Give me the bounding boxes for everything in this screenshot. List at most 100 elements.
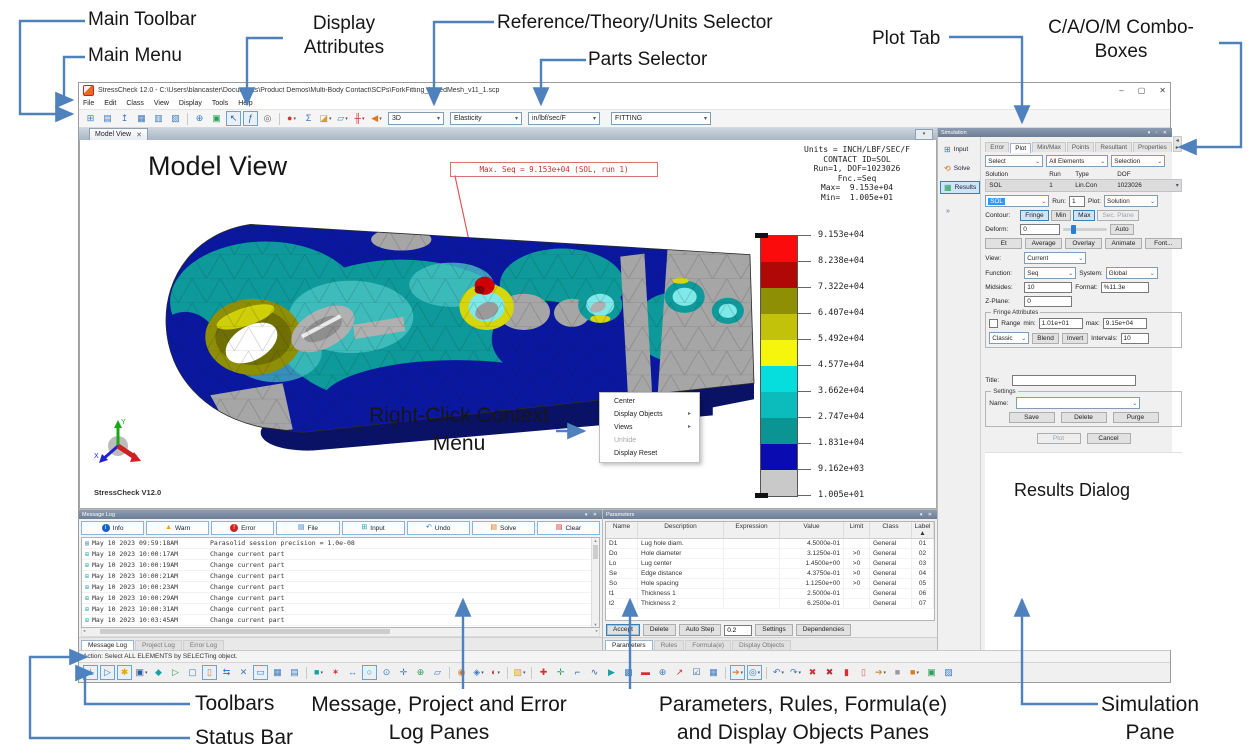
- step-size-field[interactable]: 0.2: [724, 625, 752, 636]
- log-entry[interactable]: ⊞May 10 2023 10:00:29AMChange current pa…: [82, 593, 599, 604]
- param-row-Do[interactable]: DoHole diameter3.1250e-01>0General02: [606, 549, 934, 559]
- parameters-table[interactable]: NameDescriptionExpressionValueLimitClass…: [605, 521, 935, 621]
- settings-target-icon[interactable]: ◎: [260, 111, 275, 126]
- move-icon[interactable]: ✛: [396, 665, 411, 680]
- delete-button[interactable]: Delete: [643, 624, 676, 636]
- copy-view-icon[interactable]: ◈▾: [471, 665, 486, 680]
- purge-button[interactable]: Purge: [1113, 412, 1159, 423]
- dimension-combo[interactable]: 3D: [388, 112, 444, 125]
- corner-icon[interactable]: ⌐: [570, 665, 585, 680]
- table-icon[interactable]: ▦: [706, 665, 721, 680]
- select-arrow-icon[interactable]: ↖: [226, 111, 241, 126]
- transform-icon[interactable]: ⇆: [219, 665, 234, 680]
- sec--plane-button[interactable]: Sec. Plane: [1097, 210, 1138, 221]
- record-icon[interactable]: ▤: [287, 665, 302, 680]
- title-field[interactable]: [1012, 375, 1136, 386]
- deform-field[interactable]: 0: [1020, 224, 1060, 235]
- et-button[interactable]: Et: [985, 238, 1022, 249]
- pane-controls-icons[interactable]: ▾ ✕: [585, 512, 599, 518]
- export-icon[interactable]: ↥: [117, 111, 132, 126]
- log-entry[interactable]: ⊞May 10 2023 10:03:45AMChange current pa…: [82, 615, 599, 626]
- tab-message-log[interactable]: Message Log: [81, 640, 134, 650]
- column-header-limit[interactable]: Limit: [844, 522, 870, 538]
- caom-combo-1[interactable]: All Elements: [1046, 155, 1108, 167]
- param-row-Se[interactable]: SeEdge distance4.3750e-01>0General04: [606, 569, 934, 579]
- imprint-tool-icon[interactable]: ✱: [117, 665, 132, 680]
- measure-icon[interactable]: ↗: [672, 665, 687, 680]
- font-button[interactable]: Font...: [1145, 238, 1182, 249]
- menu-tools[interactable]: Tools: [212, 100, 228, 107]
- midsides-field[interactable]: 10: [1024, 282, 1072, 293]
- fringe-style-combo[interactable]: Classic: [989, 332, 1029, 344]
- param-row-D1[interactable]: D1Lug hole diam.4.5000e-01General01: [606, 539, 934, 549]
- plot-button[interactable]: Plot: [1037, 433, 1081, 444]
- tab-parameters[interactable]: Parameters: [605, 640, 653, 650]
- deform-slider[interactable]: [1063, 228, 1107, 231]
- tab-error[interactable]: Error: [985, 142, 1009, 152]
- circle-select-icon[interactable]: ○: [362, 665, 377, 680]
- sum-icon[interactable]: Σ: [301, 111, 316, 126]
- log-entry[interactable]: ▤May 10 2023 09:59:18AMParasolid session…: [82, 538, 599, 549]
- log-entry[interactable]: ⊞May 10 2023 10:00:21AMChange current pa…: [82, 571, 599, 582]
- notify-icon[interactable]: ◀▾: [369, 111, 384, 126]
- curve-icon[interactable]: ∿: [587, 665, 602, 680]
- range-checkbox[interactable]: [989, 319, 998, 328]
- maximize-button[interactable]: ▢: [1138, 86, 1146, 95]
- menu-file[interactable]: File: [83, 100, 94, 107]
- cancel-button[interactable]: Cancel: [1087, 433, 1131, 444]
- log-horizontal-scrollbar[interactable]: ◂▸: [81, 628, 600, 637]
- animate-button[interactable]: Animate: [1105, 238, 1142, 249]
- settings-name-combo[interactable]: [1016, 397, 1140, 409]
- tab-close-icon[interactable]: ✕: [136, 131, 142, 139]
- pick-icon[interactable]: ➔▾: [873, 665, 888, 680]
- solution-combo[interactable]: SOL: [985, 195, 1049, 207]
- column-header-expression[interactable]: Expression: [724, 522, 780, 538]
- input-button[interactable]: ⊞Input: [940, 143, 972, 156]
- part-icon[interactable]: ◆: [151, 665, 166, 680]
- body-tool-icon[interactable]: ▣▾: [134, 665, 149, 680]
- solid-icon[interactable]: ■▾: [311, 665, 326, 680]
- layout-split-icon[interactable]: ▧: [168, 111, 183, 126]
- plane-tool-icon[interactable]: ▷: [100, 665, 115, 680]
- sketch-icon[interactable]: ▯: [202, 665, 217, 680]
- orange-box-icon[interactable]: ■▾: [907, 665, 922, 680]
- mirror-icon[interactable]: ◐▾: [488, 665, 503, 680]
- green-grid-icon[interactable]: ▣: [924, 665, 939, 680]
- blank-icon[interactable]: ▭: [253, 665, 268, 680]
- min-button[interactable]: Min: [1051, 210, 1071, 221]
- save-icon[interactable]: ▦: [134, 111, 149, 126]
- orbit-icon[interactable]: ⊕: [655, 665, 670, 680]
- check-icon[interactable]: ☑: [689, 665, 704, 680]
- delete-all-icon[interactable]: ✖: [805, 665, 820, 680]
- log-entry[interactable]: ⊞May 10 2023 10:00:23AMChange current pa…: [82, 582, 599, 593]
- menu-class[interactable]: Class: [126, 100, 144, 107]
- view-combo[interactable]: Current: [1024, 252, 1086, 264]
- tab-rules[interactable]: Rules: [654, 640, 685, 650]
- units-combo[interactable]: in/lbf/sec/F: [528, 112, 600, 125]
- caom-combo-2[interactable]: Selection: [1111, 155, 1165, 167]
- param-row-t1[interactable]: t1Thickness 12.5000e-01General06: [606, 589, 934, 599]
- menu-view[interactable]: View: [154, 100, 169, 107]
- plot-combo[interactable]: Solution: [1104, 195, 1158, 207]
- formula-icon[interactable]: ƒ: [243, 111, 258, 126]
- param-row-Lo[interactable]: LoLug center1.4500e+00>0General03: [606, 559, 934, 569]
- gray-box-icon[interactable]: ■: [890, 665, 905, 680]
- log-list[interactable]: ▤May 10 2023 09:59:18AMParasolid session…: [81, 537, 600, 628]
- undo-icon[interactable]: ↶▾: [771, 665, 786, 680]
- average-button[interactable]: Average: [1025, 238, 1062, 249]
- fringe-min-field[interactable]: 1.01e+01: [1039, 318, 1083, 329]
- menu-edit[interactable]: Edit: [104, 100, 116, 107]
- tab-formula-e-[interactable]: Formula(e): [685, 640, 731, 650]
- input-filter-button[interactable]: ⊞Input: [342, 521, 405, 535]
- minimize-button[interactable]: –: [1119, 86, 1123, 95]
- save-button[interactable]: Save: [1009, 412, 1055, 423]
- log-entry[interactable]: ⊞May 10 2023 10:00:31AMChange current pa…: [82, 604, 599, 615]
- parts-combo[interactable]: FITTING: [611, 112, 711, 125]
- pan-icon[interactable]: ▱: [430, 665, 445, 680]
- function-combo[interactable]: Seq: [1024, 267, 1076, 279]
- dependencies-button[interactable]: Dependencies: [796, 624, 852, 636]
- undo-filter-button[interactable]: ↶Undo: [407, 521, 470, 535]
- delete-geom-icon[interactable]: ✕: [236, 665, 251, 680]
- point-tool-icon[interactable]: ⊥: [83, 665, 98, 680]
- target-icon[interactable]: ◉: [454, 665, 469, 680]
